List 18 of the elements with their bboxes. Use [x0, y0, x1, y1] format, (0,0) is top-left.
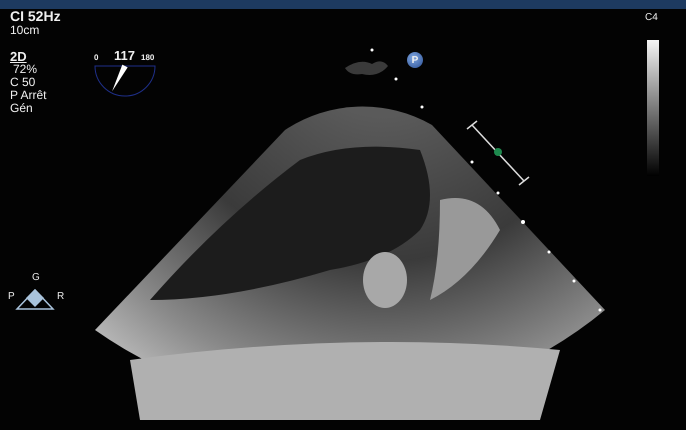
focus-caliper-icon[interactable]	[466, 120, 530, 186]
orientation-left-label: P	[8, 291, 15, 302]
compression-label: C 50	[10, 76, 36, 89]
gain-label: 72%	[12, 63, 38, 76]
orientation-right-label: R	[57, 291, 64, 302]
angle-value: 117	[114, 48, 135, 63]
angle-min-label: 0	[94, 53, 98, 62]
angle-max-label: 180	[141, 53, 154, 62]
depth-label: 10cm	[10, 24, 40, 37]
orientation-icon	[15, 288, 55, 310]
probe-marker: P	[407, 52, 423, 68]
resolution-label: Gén	[10, 102, 34, 115]
mode-label: 2D	[10, 50, 28, 63]
frequency-label: CI 52Hz	[10, 9, 61, 24]
angle-gauge-icon	[94, 64, 156, 96]
persistence-label: P Arrêt	[10, 89, 48, 102]
orientation-top-label: G	[32, 272, 40, 283]
grayscale-map-label: C4	[645, 12, 658, 23]
